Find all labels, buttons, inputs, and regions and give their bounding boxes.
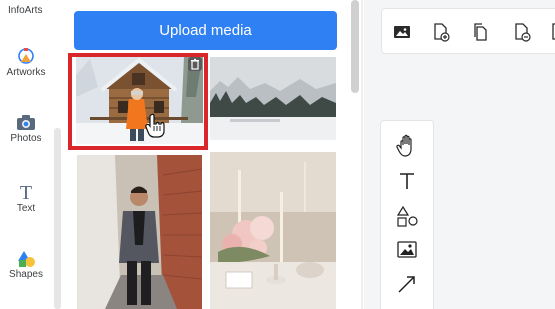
image-icon: [394, 26, 410, 38]
photo-thumbnail-man-alley[interactable]: [77, 155, 202, 309]
photo-thumbnail-wedding-table[interactable]: [210, 152, 336, 309]
left-sidebar: InfoArts Artworks Photos T Text Shapes: [0, 0, 54, 309]
photo-thumbnail-cabin[interactable]: [76, 57, 203, 144]
trash-icon: [191, 58, 199, 70]
sidebar-item-label: Artworks: [6, 67, 46, 78]
shapes-tool-icon: [396, 205, 418, 227]
text-icon: T: [20, 182, 32, 203]
page-toolbar: [381, 8, 555, 54]
panel-divider: [361, 0, 363, 309]
delete-page-icon: [515, 23, 531, 42]
delete-page-button[interactable]: [512, 22, 532, 42]
duplicate-page-icon: [474, 23, 487, 41]
photo-wedding-table-image: [210, 152, 336, 309]
media-panel-scrollbar[interactable]: [351, 0, 359, 93]
sidebar-item-shapes[interactable]: Shapes: [0, 247, 52, 281]
photo-thumbnail-snowy-forest[interactable]: [210, 57, 336, 140]
sidebar-item-text[interactable]: T Text: [0, 181, 52, 215]
shapes-tool-button[interactable]: [394, 203, 420, 229]
hand-pointer-cursor-icon: [145, 113, 165, 138]
tools-panel: [380, 120, 434, 309]
upload-media-button[interactable]: Upload media: [74, 11, 337, 50]
sidebar-item-label: Shapes: [9, 269, 43, 280]
sidebar-item-artworks[interactable]: Artworks: [0, 45, 52, 79]
image-button[interactable]: [392, 22, 412, 42]
arrow-tool-icon: [398, 276, 415, 293]
sidebar-item-label: Photos: [10, 133, 42, 144]
add-page-icon: [434, 23, 450, 42]
sidebar-item-label: Text: [16, 203, 36, 214]
brand-label: InfoArts: [8, 5, 43, 16]
shapes-icon: [18, 251, 35, 267]
sidebar-scrollbar[interactable]: [54, 128, 61, 309]
camera-icon: [17, 115, 35, 130]
photo-snowy-forest-image: [210, 57, 336, 140]
artworks-icon: [18, 48, 34, 64]
arrow-tool-button[interactable]: [394, 271, 420, 297]
hand-icon: [396, 134, 412, 157]
image-tool-icon: [397, 241, 417, 258]
photo-cabin-image: [76, 57, 203, 144]
add-page-button[interactable]: [431, 22, 451, 42]
text-tool-icon: [400, 173, 414, 189]
photo-man-alley-image: [77, 155, 202, 309]
sidebar-item-photos[interactable]: Photos: [0, 113, 52, 145]
image-tool-button[interactable]: [394, 237, 420, 263]
svg-text:T: T: [20, 182, 32, 203]
duplicate-page-button[interactable]: [471, 22, 491, 42]
delete-photo-button[interactable]: [188, 57, 202, 71]
hand-tool-button[interactable]: [394, 133, 420, 159]
text-tool-button[interactable]: [394, 168, 420, 194]
